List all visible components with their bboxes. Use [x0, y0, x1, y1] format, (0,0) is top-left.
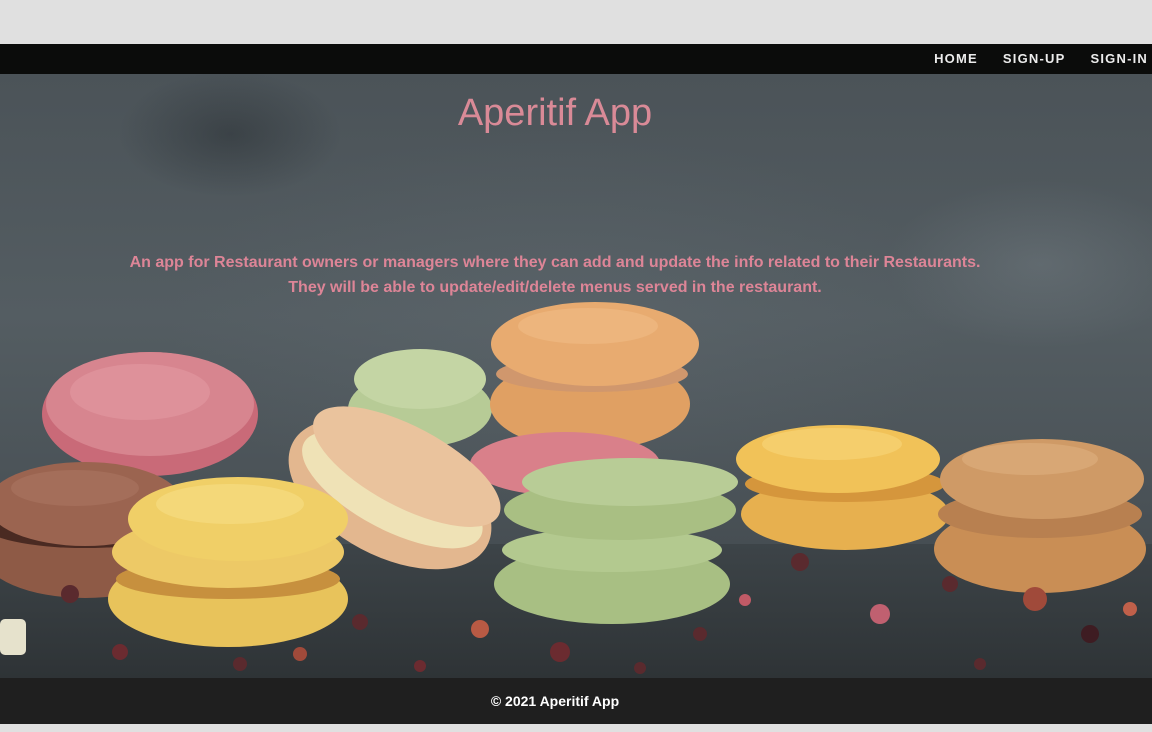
macarons-photo: [0, 302, 1152, 678]
macaron-yellow: [108, 477, 348, 647]
footer: © 2021 Aperitif App: [0, 678, 1152, 724]
macaron-yellow-right: [736, 425, 949, 550]
macaron-green: [494, 458, 738, 624]
nav-link-home[interactable]: HOME: [934, 51, 978, 67]
hero-section: Aperitif App An app for Restaurant owner…: [0, 74, 1152, 678]
nav-link-sign-up[interactable]: SIGN-UP: [1003, 51, 1066, 67]
nav-link-sign-in[interactable]: SIGN-IN: [1090, 51, 1148, 67]
page-bottom-margin: [0, 724, 1152, 732]
sugar-cube: [0, 619, 26, 655]
hero-description-line: An app for Restaurant owners or managers…: [129, 254, 981, 271]
hero-description-line: They will be able to update/edit/delete …: [288, 279, 822, 296]
macaron-pink: [42, 352, 258, 476]
navbar: HOME SIGN-UP SIGN-IN: [0, 44, 1152, 74]
hero-description: An app for Restaurant owners or managers…: [0, 250, 1110, 300]
macaron-caramel: [934, 439, 1146, 593]
hero-title: Aperitif App: [457, 92, 653, 134]
macaron-peach: [490, 302, 699, 450]
nav-links: HOME SIGN-UP SIGN-IN: [909, 44, 1148, 74]
footer-copyright: © 2021 Aperitif App: [490, 693, 620, 709]
page-top-margin: [0, 0, 1152, 44]
